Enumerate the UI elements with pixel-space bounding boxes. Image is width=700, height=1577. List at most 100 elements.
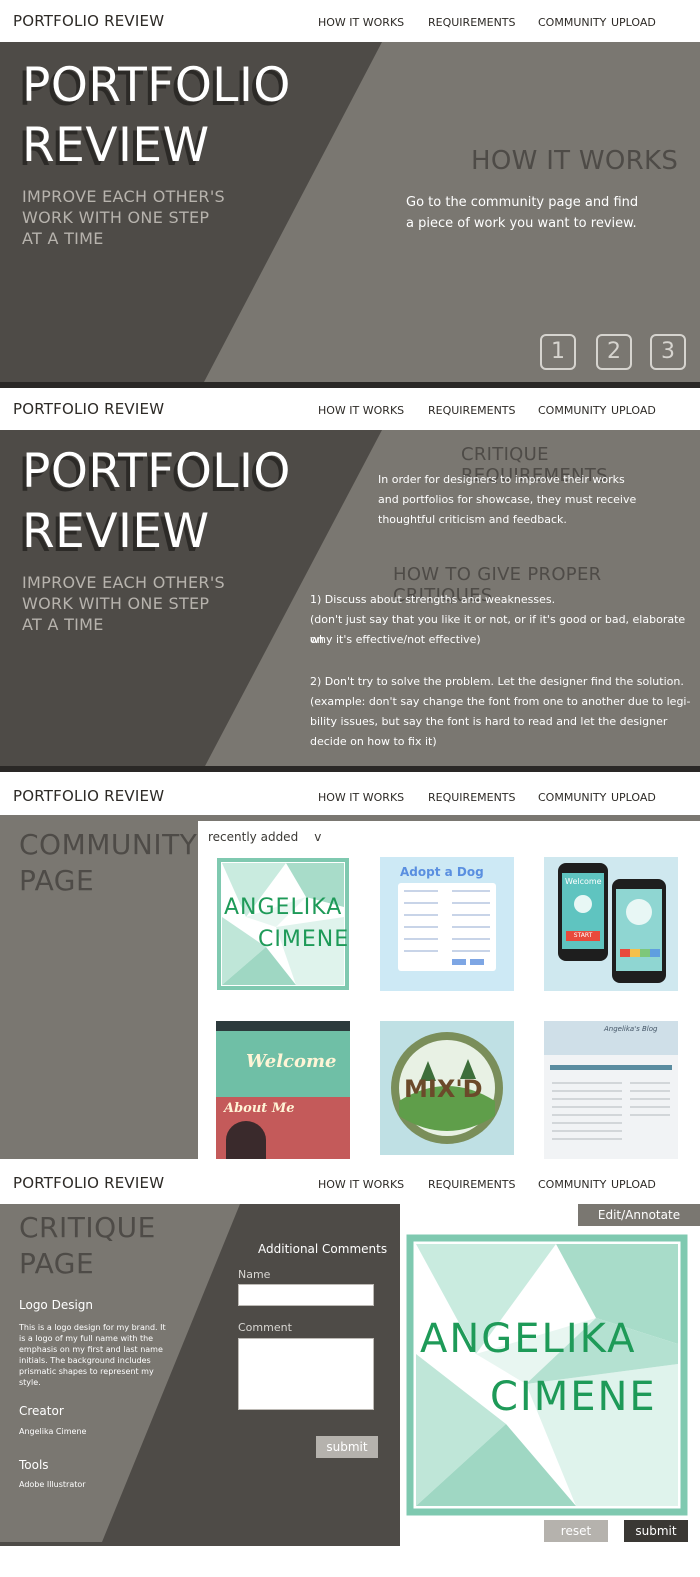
phone-welcome-text: Welcome: [565, 877, 602, 886]
thumbnail-adopt-a-dog[interactable]: Adopt a Dog: [380, 857, 514, 991]
nav-how-it-works[interactable]: HOW IT WORKS: [318, 1178, 404, 1191]
logo-text-line2: CIMENE: [258, 927, 350, 952]
logo-large-line2: CIMENE: [490, 1374, 657, 1420]
nav-community[interactable]: COMMUNITY: [538, 1178, 606, 1191]
requirements-intro-1: In order for designers to improve their …: [378, 473, 625, 486]
hero-tagline-3: AT A TIME: [22, 615, 104, 634]
nav-community[interactable]: COMMUNITY: [538, 791, 606, 804]
hero-title-line2: REVIEW: [22, 504, 210, 559]
hero-tagline-1: IMPROVE EACH OTHER'S: [22, 573, 225, 592]
critique-title-line2: PAGE: [19, 1247, 95, 1280]
section-how-it-works: PORTFOLIO REVIEW HOW IT WORKS REQUIREMEN…: [0, 0, 700, 388]
blog-title: Angelika's Blog: [604, 1025, 658, 1033]
nav-upload[interactable]: UPLOAD: [611, 791, 656, 804]
community-title-line1: COMMUNITY: [19, 828, 198, 861]
submit-button[interactable]: submit: [624, 1520, 688, 1542]
form-lines: [404, 890, 490, 965]
adopt-title: Adopt a Dog: [400, 865, 484, 879]
app-icons-row: [620, 949, 660, 957]
sort-dropdown[interactable]: recently added v: [208, 830, 321, 844]
work-desc-1: This is a logo design for my brand. It: [19, 1323, 166, 1332]
community-sidebar: COMMUNITY PAGE: [0, 815, 198, 1159]
hero-title-line1: PORTFOLIO: [22, 58, 291, 113]
nav-requirements[interactable]: REQUIREMENTS: [428, 16, 516, 29]
top-nav: PORTFOLIO REVIEW HOW IT WORKS REQUIREMEN…: [0, 1162, 700, 1204]
work-desc-2: is a logo of my full name with the: [19, 1334, 154, 1343]
creator-label: Creator: [19, 1404, 64, 1418]
annotate-toolbar: Edit/Annotate: [400, 1204, 700, 1226]
reset-button[interactable]: reset: [544, 1520, 608, 1542]
requirements-intro-3: thoughtful criticism and feedback.: [378, 513, 567, 526]
community-title-line2: PAGE: [19, 864, 95, 897]
smiley-icon: [574, 895, 592, 913]
thumbnail-welcome-site[interactable]: Welcome About Me: [216, 1021, 350, 1159]
brand-logo[interactable]: PORTFOLIO REVIEW: [13, 12, 164, 30]
creator-name: Angelika Cimene: [19, 1427, 87, 1436]
phone-screen: Welcome START: [562, 873, 604, 949]
phone-left: Welcome START: [558, 863, 608, 961]
blog-text-lines: [552, 1082, 670, 1140]
brand-logo[interactable]: PORTFOLIO REVIEW: [13, 787, 164, 805]
avatar: [226, 1121, 266, 1159]
blog-nav: [550, 1065, 672, 1070]
how-it-works-text-2: a piece of work you want to review.: [406, 216, 637, 231]
phone-screen-2: [616, 889, 662, 971]
brand-logo[interactable]: PORTFOLIO REVIEW: [13, 1174, 164, 1192]
logo-text-line1: ANGELIKA: [224, 895, 343, 920]
blog-header: Angelika's Blog: [544, 1021, 678, 1055]
nav-upload[interactable]: UPLOAD: [611, 1178, 656, 1191]
thumbnail-phone-app[interactable]: Welcome START: [544, 857, 678, 991]
nav-how-it-works[interactable]: HOW IT WORKS: [318, 791, 404, 804]
step-1-button[interactable]: 1: [540, 334, 576, 370]
chevron-down-icon: v: [314, 830, 322, 844]
name-field[interactable]: [238, 1284, 374, 1306]
top-nav: PORTFOLIO REVIEW HOW IT WORKS REQUIREMEN…: [0, 0, 700, 42]
nav-community[interactable]: COMMUNITY: [538, 404, 606, 417]
critique-artwork: ANGELIKA CIMENE: [406, 1234, 688, 1516]
site-about-band: About Me: [216, 1097, 350, 1159]
top-nav: PORTFOLIO REVIEW HOW IT WORKS REQUIREMEN…: [0, 775, 700, 817]
left-bottom-strip: [0, 1542, 400, 1546]
nav-how-it-works[interactable]: HOW IT WORKS: [318, 404, 404, 417]
step-3-button[interactable]: 3: [650, 334, 686, 370]
critique-point-1: 1) Discuss about strengths and weaknesse…: [310, 593, 556, 606]
critique-title-line1: CRITIQUE: [19, 1211, 156, 1244]
comments-heading: Additional Comments: [258, 1242, 388, 1256]
nav-how-it-works[interactable]: HOW IT WORKS: [318, 16, 404, 29]
critique-point-2-detail-a: (example: don't say change the font from…: [310, 695, 691, 708]
comment-field[interactable]: [238, 1338, 374, 1410]
welcome-script: Welcome: [246, 1051, 337, 1072]
work-title: Logo Design: [19, 1298, 94, 1312]
name-label: Name: [238, 1268, 271, 1281]
work-desc-4: initials. The background includes: [19, 1356, 151, 1365]
work-desc-5: prismatic shapes to represent my: [19, 1367, 154, 1376]
requirements-intro-2: and portfolios for showcase, they must r…: [378, 493, 637, 506]
nav-upload[interactable]: UPLOAD: [611, 404, 656, 417]
site-nav-bar: [216, 1021, 350, 1031]
gallery-panel: recently added v ANGELIKA CIMENE Adopt a …: [198, 821, 700, 1159]
thumbnail-mixd-logo[interactable]: MIX'D: [380, 1021, 514, 1155]
submit-comment-button[interactable]: submit: [316, 1436, 378, 1458]
hero-title-line1: PORTFOLIO: [22, 444, 291, 499]
edit-annotate-button[interactable]: Edit/Annotate: [578, 1204, 700, 1226]
sort-label: recently added: [208, 830, 299, 844]
start-button-label: START: [566, 931, 600, 941]
thumbnail-blog[interactable]: Angelika's Blog: [544, 1021, 678, 1159]
step-2-button[interactable]: 2: [596, 334, 632, 370]
adopt-form-card: [398, 883, 496, 971]
work-desc-3: emphasis on my first and last name: [19, 1345, 163, 1354]
tools-label: Tools: [19, 1458, 49, 1472]
nav-upload[interactable]: UPLOAD: [611, 16, 656, 29]
circle-icon: [626, 899, 652, 925]
nav-requirements[interactable]: REQUIREMENTS: [428, 1178, 516, 1191]
nav-community[interactable]: COMMUNITY: [538, 16, 606, 29]
logo-artwork: [216, 857, 350, 991]
annotate-field[interactable]: [400, 1204, 578, 1226]
thumbnail-logo[interactable]: ANGELIKA CIMENE: [216, 857, 350, 991]
nav-requirements[interactable]: REQUIREMENTS: [428, 404, 516, 417]
section-community: PORTFOLIO REVIEW HOW IT WORKS REQUIREMEN…: [0, 775, 700, 1159]
nav-requirements[interactable]: REQUIREMENTS: [428, 791, 516, 804]
brand-logo[interactable]: PORTFOLIO REVIEW: [13, 400, 164, 418]
hero-tagline-2: WORK WITH ONE STEP: [22, 594, 210, 613]
work-desc-6: style.: [19, 1378, 41, 1387]
